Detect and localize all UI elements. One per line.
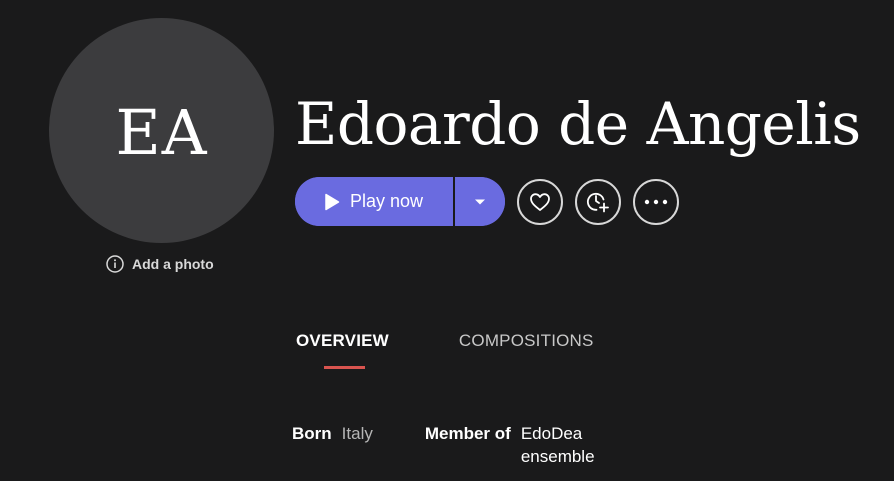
tab-compositions[interactable]: COMPOSITIONS — [459, 331, 594, 365]
artist-page: EA Add a photo Edoardo de Angelis Play n… — [0, 0, 894, 481]
member-of-label: Member of — [424, 424, 511, 443]
add-photo-button[interactable]: Add a photo — [106, 255, 214, 273]
caret-down-icon — [474, 198, 486, 206]
play-now-button[interactable]: Play now — [295, 177, 453, 226]
tab-compositions-label: COMPOSITIONS — [458, 331, 594, 350]
action-bar: Play now — [295, 177, 679, 226]
play-options-dropdown[interactable] — [455, 177, 505, 226]
more-options-button[interactable] — [633, 178, 679, 225]
avatar: EA — [49, 18, 274, 243]
play-now-label: Play now — [350, 191, 424, 211]
artist-facts: Born Italy Member of EdoDea ensemble — [292, 422, 611, 468]
clock-plus-icon — [586, 190, 610, 214]
add-to-library-button[interactable] — [575, 178, 621, 225]
born-value: Italy — [341, 424, 373, 443]
more-icon — [644, 199, 668, 205]
info-icon — [106, 255, 124, 273]
artist-name: Edoardo de Angelis — [295, 90, 861, 158]
heart-icon — [529, 192, 551, 212]
tab-overview-label: OVERVIEW — [296, 331, 389, 350]
add-photo-label: Add a photo — [132, 256, 214, 272]
active-tab-indicator — [324, 366, 365, 369]
tab-bar: OVERVIEW COMPOSITIONS — [296, 331, 594, 369]
favorite-button[interactable] — [517, 178, 563, 225]
play-button-group: Play now — [295, 177, 505, 226]
avatar-initials: EA — [115, 96, 208, 169]
tab-overview[interactable]: OVERVIEW — [296, 331, 389, 369]
member-of-link[interactable]: EdoDea ensemble — [521, 422, 611, 468]
born-label: Born — [292, 424, 332, 443]
play-icon — [324, 193, 340, 211]
